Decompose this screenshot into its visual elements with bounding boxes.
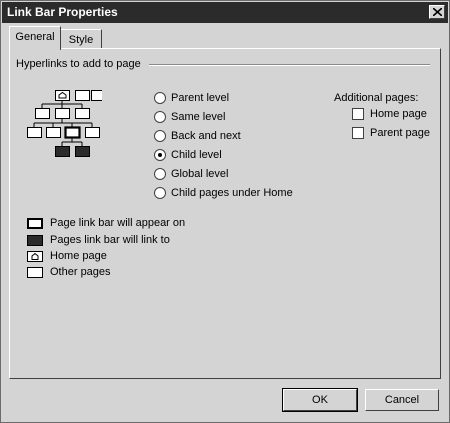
- cancel-button-label: Cancel: [384, 394, 420, 406]
- radio-selected-dot: [158, 153, 162, 157]
- site-structure-diagram: [27, 90, 102, 157]
- radio-button[interactable]: [154, 130, 166, 142]
- diagram-page-icon: [35, 108, 50, 119]
- legend-label: Page link bar will appear on: [50, 217, 186, 229]
- radio-label: Child level: [171, 149, 222, 161]
- radio-button[interactable]: [154, 111, 166, 123]
- tab-general[interactable]: General: [9, 26, 61, 50]
- diagram-linked-page-icon: [75, 146, 90, 157]
- radio-button[interactable]: [154, 149, 166, 161]
- legend-label: Home page: [50, 250, 107, 262]
- legend-label: Other pages: [50, 266, 111, 278]
- radio-label: Same level: [171, 111, 226, 123]
- radio-button[interactable]: [154, 168, 166, 180]
- legend-label: Pages link bar will link to: [50, 234, 170, 246]
- title-bar: Link Bar Properties: [2, 2, 448, 23]
- diagram-page-icon: [75, 108, 90, 119]
- checkbox-label: Parent page: [370, 127, 430, 139]
- diagram-page-icon: [55, 108, 70, 119]
- ok-button[interactable]: OK: [282, 388, 358, 412]
- radio-label: Global level: [171, 168, 229, 180]
- close-icon: [433, 8, 442, 16]
- group-divider: [149, 64, 430, 66]
- checkbox[interactable]: [352, 108, 364, 120]
- diagram-current-page-icon: [64, 126, 81, 139]
- other-page-icon: [27, 267, 43, 278]
- close-button[interactable]: [429, 5, 445, 19]
- tab-style-label: Style: [68, 34, 94, 46]
- group-label: Hyperlinks to add to page: [16, 58, 141, 70]
- ok-button-label: OK: [312, 394, 328, 406]
- window-title: Link Bar Properties: [7, 5, 118, 19]
- diagram-page-icon: [46, 127, 61, 138]
- radio-button[interactable]: [154, 92, 166, 104]
- radio-label: Child pages under Home: [171, 187, 293, 199]
- linked-page-icon: [27, 235, 43, 246]
- diagram-page-icon: [85, 127, 100, 138]
- checkbox[interactable]: [352, 127, 364, 139]
- tab-general-label: General: [15, 31, 55, 43]
- radio-label: Parent level: [171, 92, 230, 104]
- diagram-page-icon: [91, 90, 102, 101]
- tab-style[interactable]: Style: [60, 29, 102, 49]
- cancel-button[interactable]: Cancel: [365, 389, 439, 411]
- home-page-icon: [27, 251, 43, 262]
- checkbox-label: Home page: [370, 108, 427, 120]
- diagram-page-icon: [75, 90, 90, 101]
- page-link-bar-appears-icon: [27, 218, 43, 229]
- diagram-page-icon: [27, 127, 42, 138]
- additional-pages-label: Additional pages:: [334, 92, 419, 104]
- radio-label: Back and next: [171, 130, 241, 142]
- diagram-linked-page-icon: [55, 146, 70, 157]
- radio-button[interactable]: [154, 187, 166, 199]
